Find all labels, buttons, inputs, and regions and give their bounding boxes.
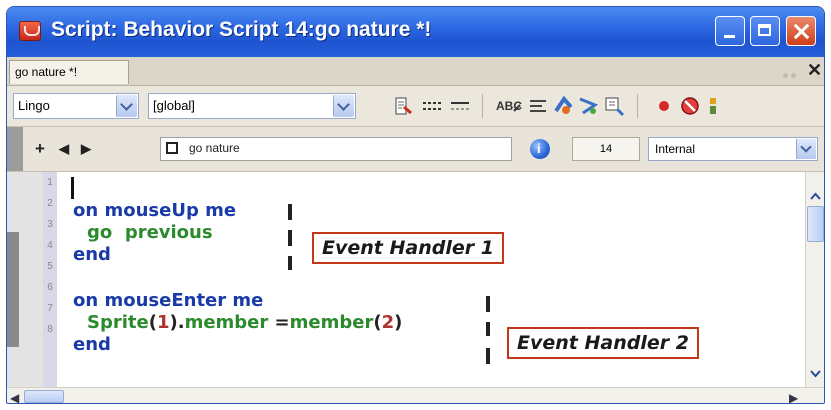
code-line: Sprite(1).member =member(2) [87, 312, 402, 333]
scripting-xtras-icon[interactable] [603, 95, 625, 117]
handler-marker [288, 230, 292, 246]
command-go: go [87, 222, 113, 243]
toolbar-separator [637, 94, 638, 118]
line-number: 6 [47, 282, 53, 293]
title-bar[interactable]: Script: Behavior Script 14:go nature *! [7, 7, 824, 57]
line-number: 4 [47, 240, 53, 251]
handler-argument: me [232, 290, 264, 311]
number-literal: 2 [381, 312, 395, 333]
line-number: 7 [47, 303, 53, 314]
member-name-value: go nature [189, 141, 240, 155]
keyword-end: end [73, 244, 111, 265]
toggle-breakpoint-icon[interactable] [653, 95, 675, 117]
vertical-scroll-thumb[interactable] [807, 206, 824, 242]
handler-name: mouseEnter [104, 290, 227, 311]
handler-marker [486, 296, 490, 312]
text-cursor [71, 177, 74, 199]
line-number: 8 [47, 324, 53, 335]
language-select-value: Lingo [18, 98, 50, 113]
tab-go-nature[interactable]: go nature *! [9, 60, 129, 84]
tab-bar: go nature *! ✕ [7, 57, 824, 86]
command-argument: previous [124, 222, 213, 243]
keyword-on: on [73, 200, 99, 221]
scroll-down-icon[interactable] [808, 368, 823, 380]
code-line: on mouseEnter me [73, 290, 263, 311]
ignore-breakpoints-icon[interactable] [679, 95, 701, 117]
language-select[interactable]: Lingo [13, 93, 139, 119]
previous-member-icon[interactable]: ◀ [59, 141, 69, 157]
function-member: member [289, 312, 374, 333]
uncomment-icon[interactable] [449, 95, 471, 117]
handler-name: mouseUp [104, 200, 199, 221]
chevron-down-icon[interactable] [333, 95, 354, 117]
horizontal-scrollbar[interactable]: ◀ ▶ [7, 387, 824, 403]
script-toolbar: Lingo [global] ABC [7, 86, 824, 127]
vertical-scrollbar[interactable] [805, 172, 824, 387]
keyword-end: end [73, 334, 111, 355]
code-punctuation: ). [169, 312, 185, 333]
minimize-button[interactable] [715, 16, 745, 46]
chevron-down-icon[interactable] [116, 95, 137, 117]
code-line: go previous [87, 222, 213, 243]
code-editor[interactable]: 1 2 3 4 5 6 7 8 on mouseUp me go previou… [7, 172, 805, 387]
line-count: 14 [572, 137, 640, 161]
cast-member-icon [166, 142, 178, 154]
line-number: 3 [47, 219, 53, 230]
alphabetical-lingo-icon[interactable]: ABC [496, 95, 522, 117]
scroll-up-icon[interactable] [808, 190, 823, 202]
handler-marker [486, 322, 490, 336]
script-browser-icon[interactable] [552, 95, 574, 117]
code-punctuation: ( [373, 312, 382, 333]
handler-scope-value: [global] [153, 98, 195, 113]
tab-grip-icon[interactable] [783, 65, 805, 78]
handler-marker [288, 256, 292, 270]
categorized-lingo-icon[interactable] [527, 95, 549, 117]
left-edge-strip [7, 127, 23, 171]
code-line: end [73, 334, 111, 355]
handler-marker [486, 348, 490, 364]
info-icon[interactable] [530, 139, 550, 159]
function-sprite: Sprite [87, 312, 149, 333]
toolbar-separator [482, 94, 483, 118]
chevron-down-icon[interactable] [796, 139, 816, 159]
comment-icon[interactable] [421, 95, 443, 117]
watch-expression-icon[interactable] [707, 95, 721, 117]
keyword-on: on [73, 290, 99, 311]
tab-close-icon[interactable]: ✕ [807, 60, 822, 81]
scroll-right-icon[interactable]: ▶ [789, 391, 798, 403]
number-literal: 1 [156, 312, 170, 333]
event-handler-1-callout: Event Handler 1 [312, 232, 504, 264]
code-punctuation: ( [148, 312, 157, 333]
cast-scope-select[interactable]: Internal [648, 137, 818, 161]
handler-argument: me [205, 200, 237, 221]
member-name-field[interactable]: go nature [160, 137, 512, 161]
handler-marker [288, 204, 292, 220]
code-operator: = [268, 312, 290, 333]
event-handler-2-callout: Event Handler 2 [507, 327, 699, 359]
horizontal-scroll-thumb[interactable] [24, 390, 64, 403]
cast-scope-value: Internal [655, 142, 696, 156]
maximize-button[interactable] [750, 16, 780, 46]
window-title: Script: Behavior Script 14:go nature *! [51, 18, 432, 41]
line-number: 2 [47, 198, 53, 209]
scroll-left-icon[interactable]: ◀ [10, 391, 19, 403]
line-number: 1 [47, 177, 53, 188]
3d-lingo-icon[interactable] [577, 95, 599, 117]
go-to-handler-icon[interactable] [392, 95, 414, 117]
code-line: end [73, 244, 111, 265]
member-info-bar: + ◀ ▶ go nature 14 Internal [7, 127, 824, 172]
director-app-icon [19, 21, 41, 41]
gutter-stripe [7, 232, 19, 347]
next-member-icon[interactable]: ▶ [81, 141, 91, 157]
new-script-icon[interactable]: + [35, 139, 45, 159]
code-line: on mouseUp me [73, 200, 236, 221]
line-number: 5 [47, 261, 53, 272]
code-punctuation: ) [394, 312, 403, 333]
property-member: member [184, 312, 269, 333]
close-button[interactable] [786, 16, 816, 46]
handler-scope-select[interactable]: [global] [148, 93, 356, 119]
script-window: Script: Behavior Script 14:go nature *! … [6, 6, 825, 404]
